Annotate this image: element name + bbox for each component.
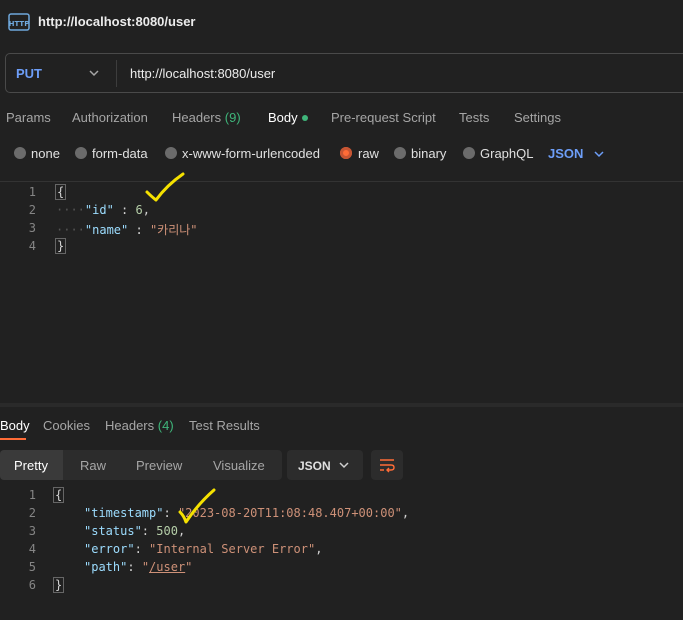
tab-params[interactable]: Params <box>6 110 51 125</box>
tab-body-label: Body <box>268 110 298 125</box>
wrap-lines-icon <box>380 459 395 473</box>
radio-graphql-label: GraphQL <box>480 146 534 161</box>
radio-raw-label: raw <box>358 146 379 161</box>
json-quote: " <box>185 560 193 574</box>
line-number: 1 <box>28 185 36 199</box>
pane-resizer[interactable] <box>0 403 683 407</box>
response-headers-count: (4) <box>157 418 174 433</box>
response-code-line[interactable]: "timestamp": "2023-08-20T11:08:48.407+00… <box>84 506 409 520</box>
line-number: 4 <box>28 239 36 253</box>
brace: { <box>52 487 65 503</box>
method-select[interactable]: PUT <box>16 66 42 81</box>
tab-tests[interactable]: Tests <box>459 110 489 125</box>
tab-prerequest-script[interactable]: Pre-request Script <box>331 110 436 125</box>
response-tab-cookies[interactable]: Cookies <box>43 418 90 433</box>
response-code-line[interactable]: "error": "Internal Server Error", <box>84 542 322 556</box>
response-format-label: JSON <box>298 459 331 473</box>
json-colon: : <box>128 223 150 237</box>
json-key: "path" <box>84 560 128 574</box>
http-icon: HTTP <box>8 13 30 31</box>
response-code-line[interactable]: "status": 500, <box>84 524 185 538</box>
line-number: 3 <box>28 221 36 235</box>
json-value: "카리나" <box>149 223 198 237</box>
request-code-line[interactable]: ····"name" : "카리나" <box>56 221 198 238</box>
json-quote: " <box>141 560 150 574</box>
line-number: 2 <box>28 203 36 217</box>
line-number: 2 <box>28 506 36 520</box>
radio-none-label: none <box>31 146 60 161</box>
chevron-down-icon <box>339 462 349 469</box>
url-input[interactable]: http://localhost:8080/user <box>130 66 275 81</box>
response-tab-headers-label: Headers <box>105 418 155 433</box>
line-number: 5 <box>28 560 36 574</box>
json-value: 6 <box>135 203 143 217</box>
json-colon: : <box>134 542 150 556</box>
tab-authorization[interactable]: Authorization <box>72 110 148 125</box>
chevron-down-icon[interactable] <box>593 148 605 160</box>
response-tab-test-results[interactable]: Test Results <box>189 418 260 433</box>
svg-text:HTTP: HTTP <box>9 20 30 28</box>
response-tab-headers[interactable]: Headers (4) <box>105 418 174 433</box>
request-code-line[interactable]: ····"id" : 6, <box>56 203 150 217</box>
json-key: "id" <box>84 203 114 217</box>
view-preview[interactable]: Preview <box>136 458 182 473</box>
language-select[interactable]: JSON <box>548 146 583 161</box>
tab-headers-label: Headers <box>172 110 222 125</box>
json-comma: , <box>315 542 323 556</box>
radio-raw[interactable] <box>340 147 352 159</box>
brace: } <box>52 577 65 593</box>
tab-body[interactable]: Body <box>268 110 308 125</box>
brace: { <box>54 184 67 200</box>
request-code-line[interactable]: } <box>54 238 67 254</box>
view-raw[interactable]: Raw <box>80 458 106 473</box>
line-number: 1 <box>28 488 36 502</box>
response-code-line[interactable]: "path": "/user" <box>84 560 192 574</box>
radio-binary[interactable] <box>394 147 406 159</box>
radio-graphql[interactable] <box>463 147 475 159</box>
modified-dot <box>301 114 308 121</box>
active-tab-underline <box>0 438 26 440</box>
radio-binary-label: binary <box>411 146 447 161</box>
indent: ···· <box>56 223 85 237</box>
response-tab-body[interactable]: Body <box>0 418 30 433</box>
json-comma: , <box>401 506 410 520</box>
radio-none[interactable] <box>14 147 26 159</box>
line-number: 3 <box>28 524 36 538</box>
request-code-line[interactable]: { <box>54 184 67 200</box>
checkmark-annotation-icon <box>145 172 185 202</box>
json-value: "Internal Server Error" <box>149 542 316 556</box>
headers-count: (9) <box>224 110 241 125</box>
chevron-down-icon[interactable] <box>87 66 101 80</box>
path-link[interactable]: /user <box>149 560 185 574</box>
checkmark-annotation-icon <box>178 488 216 524</box>
tab-settings[interactable]: Settings <box>514 110 561 125</box>
line-number: 6 <box>28 578 36 592</box>
view-visualize[interactable]: Visualize <box>213 458 265 473</box>
radio-form-data-label: form-data <box>92 146 148 161</box>
json-value: 500 <box>156 524 178 538</box>
json-key: "error" <box>84 542 135 556</box>
indent: ···· <box>56 203 85 217</box>
brace: } <box>54 238 67 254</box>
response-code-line[interactable]: } <box>52 577 65 593</box>
radio-urlencoded-label: x-www-form-urlencoded <box>182 146 320 161</box>
json-colon: : <box>113 203 136 217</box>
json-key: "status" <box>84 524 142 538</box>
json-comma: , <box>177 524 186 538</box>
view-pretty[interactable]: Pretty <box>14 458 48 473</box>
window-title: http://localhost:8080/user <box>38 14 196 29</box>
json-key: "timestamp" <box>84 506 164 520</box>
response-code-line[interactable]: { <box>52 487 65 503</box>
json-colon: : <box>127 560 142 574</box>
divider <box>0 181 683 182</box>
radio-urlencoded[interactable] <box>165 147 177 159</box>
radio-form-data[interactable] <box>75 147 87 159</box>
line-number: 4 <box>28 542 36 556</box>
json-colon: : <box>141 524 157 538</box>
tab-headers[interactable]: Headers (9) <box>172 110 241 125</box>
json-key: "name" <box>84 223 129 237</box>
url-divider <box>116 60 117 87</box>
url-bar <box>5 53 683 93</box>
